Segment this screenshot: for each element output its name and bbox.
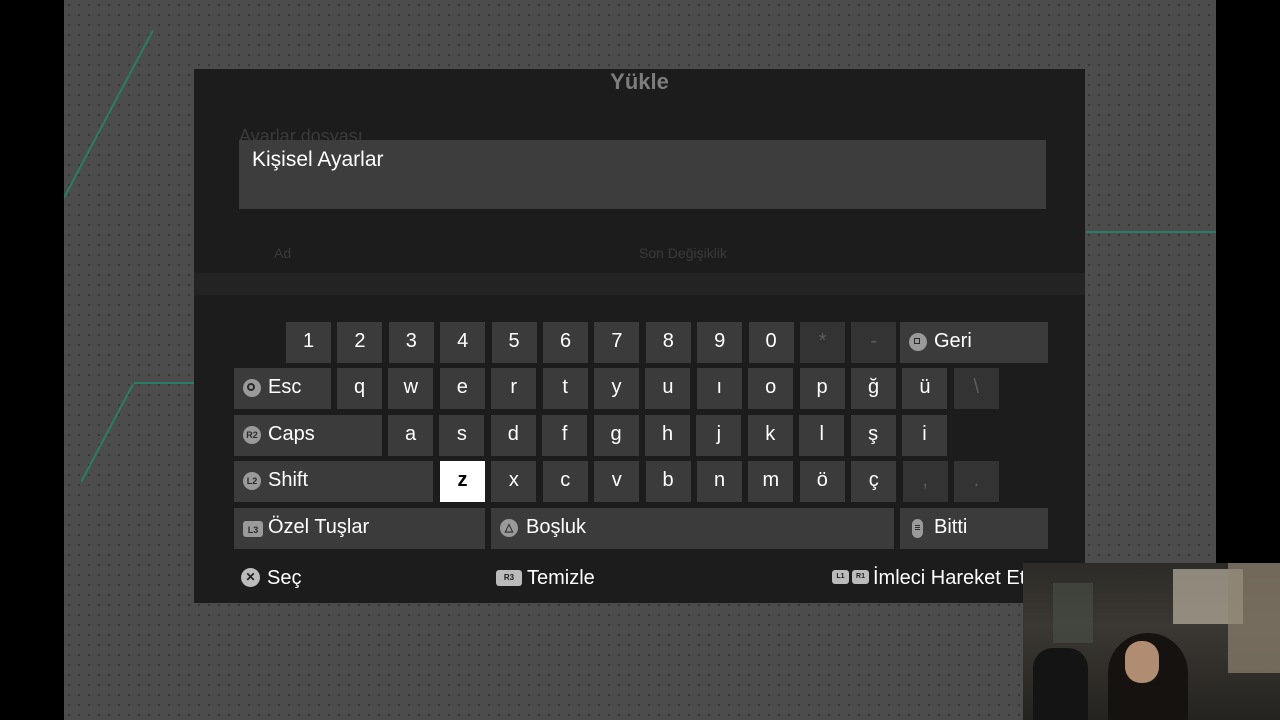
key-r[interactable]: r <box>491 368 537 409</box>
ghost-title: Yükle <box>610 69 669 91</box>
key-1[interactable]: 1 <box>286 322 331 363</box>
triangle-button-icon <box>500 519 518 537</box>
r3-button-icon: R3 <box>496 570 522 586</box>
key-f[interactable]: f <box>542 415 588 456</box>
footer-clear-label: Temizle <box>527 567 595 589</box>
key-ç[interactable]: ç <box>851 461 897 502</box>
decorative-line <box>64 30 154 252</box>
key-k[interactable]: k <box>747 415 793 456</box>
done-key-label: Bitti <box>934 516 968 538</box>
key-q[interactable]: q <box>337 368 382 409</box>
key-l[interactable]: l <box>799 415 845 456</box>
key-h[interactable]: h <box>645 415 690 456</box>
key-g[interactable]: g <box>593 415 639 456</box>
key-y[interactable]: y <box>594 368 639 409</box>
key-j[interactable]: j <box>696 415 742 456</box>
key-u[interactable]: u <box>645 368 691 409</box>
key-6[interactable]: 6 <box>543 322 588 363</box>
square-button-icon <box>909 333 927 351</box>
l3-button-icon: L3 <box>243 521 263 537</box>
on-screen-keyboard-dialog: Yükle Ayarlar dosyası Ad Son Değişiklik … <box>194 69 1085 603</box>
key-a[interactable]: a <box>388 415 433 456</box>
space-key-label: Boşluk <box>526 516 587 538</box>
ghost-list-row <box>194 273 1085 295</box>
key-v[interactable]: v <box>594 461 640 502</box>
back-key[interactable]: Geri <box>900 322 1048 363</box>
webcam-chair <box>1033 648 1088 720</box>
l1-button-icon: L1 <box>832 570 849 584</box>
touchpad-button-icon <box>912 519 923 538</box>
footer-move-cursor-label: İmleci Hareket Et <box>873 567 1026 589</box>
key-o[interactable]: o <box>748 368 794 409</box>
decorative-line <box>1086 231 1216 233</box>
key-m[interactable]: m <box>748 461 794 502</box>
r1-button-icon: R1 <box>852 570 869 584</box>
esc-key[interactable]: Esc <box>234 368 331 409</box>
key-9[interactable]: 9 <box>697 322 743 363</box>
key-ı[interactable]: ı <box>696 368 742 409</box>
key-w[interactable]: w <box>388 368 434 409</box>
key-ğ[interactable]: ğ <box>851 368 896 409</box>
key-i[interactable]: i <box>902 415 947 456</box>
key-period[interactable]: . <box>954 461 999 502</box>
ghost-column-modified: Son Değişiklik <box>639 245 727 261</box>
key-comma[interactable]: , <box>902 461 948 502</box>
shift-key-label: Shift <box>268 469 309 491</box>
text-input-field[interactable]: Kişisel Ayarlar <box>239 140 1046 209</box>
key-ş[interactable]: ş <box>850 415 896 456</box>
footer-select-label: Seç <box>267 567 302 589</box>
r2-button-icon: R2 <box>243 426 261 444</box>
key-p[interactable]: p <box>799 368 845 409</box>
caps-key[interactable]: R2 Caps <box>234 415 382 456</box>
webcam-overlay <box>1023 563 1280 720</box>
webcam-face <box>1125 641 1159 683</box>
circle-button-icon <box>243 379 261 397</box>
key-hyphen[interactable]: - <box>851 322 897 363</box>
key-7[interactable]: 7 <box>594 322 640 363</box>
key-ö[interactable]: ö <box>799 461 845 502</box>
key-ü[interactable]: ü <box>902 368 948 409</box>
key-d[interactable]: d <box>490 415 536 456</box>
webcam-wall <box>1228 563 1280 673</box>
space-key[interactable]: Boşluk <box>491 508 894 549</box>
webcam-window-left <box>1053 583 1093 643</box>
esc-key-label: Esc <box>268 376 302 398</box>
key-e[interactable]: e <box>439 368 485 409</box>
key-s[interactable]: s <box>439 415 485 456</box>
key-3[interactable]: 3 <box>388 322 434 363</box>
done-key[interactable]: Bitti <box>900 508 1048 549</box>
key-b[interactable]: b <box>645 461 691 502</box>
shift-key[interactable]: L2 Shift <box>234 461 433 502</box>
key-t[interactable]: t <box>542 368 588 409</box>
key-backslash[interactable]: \ <box>953 368 999 409</box>
caps-key-label: Caps <box>268 423 315 445</box>
key-8[interactable]: 8 <box>645 322 691 363</box>
special-keys-key[interactable]: L3 Özel Tuşlar <box>234 508 485 549</box>
key-4[interactable]: 4 <box>440 322 486 363</box>
ghost-column-name: Ad <box>274 245 292 261</box>
key-2[interactable]: 2 <box>337 322 383 363</box>
key-0[interactable]: 0 <box>748 322 794 363</box>
key-z[interactable]: z <box>440 461 485 502</box>
key-5[interactable]: 5 <box>491 322 537 363</box>
cross-button-icon: ✕ <box>241 568 260 587</box>
key-c[interactable]: c <box>542 461 588 502</box>
decorative-line <box>80 384 134 483</box>
decorative-line <box>134 382 194 384</box>
key-asterisk[interactable]: * <box>800 322 845 363</box>
key-n[interactable]: n <box>697 461 742 502</box>
back-key-label: Geri <box>934 330 972 352</box>
l2-button-icon: L2 <box>243 472 261 490</box>
key-x[interactable]: x <box>491 461 537 502</box>
special-keys-label: Özel Tuşlar <box>268 516 370 538</box>
